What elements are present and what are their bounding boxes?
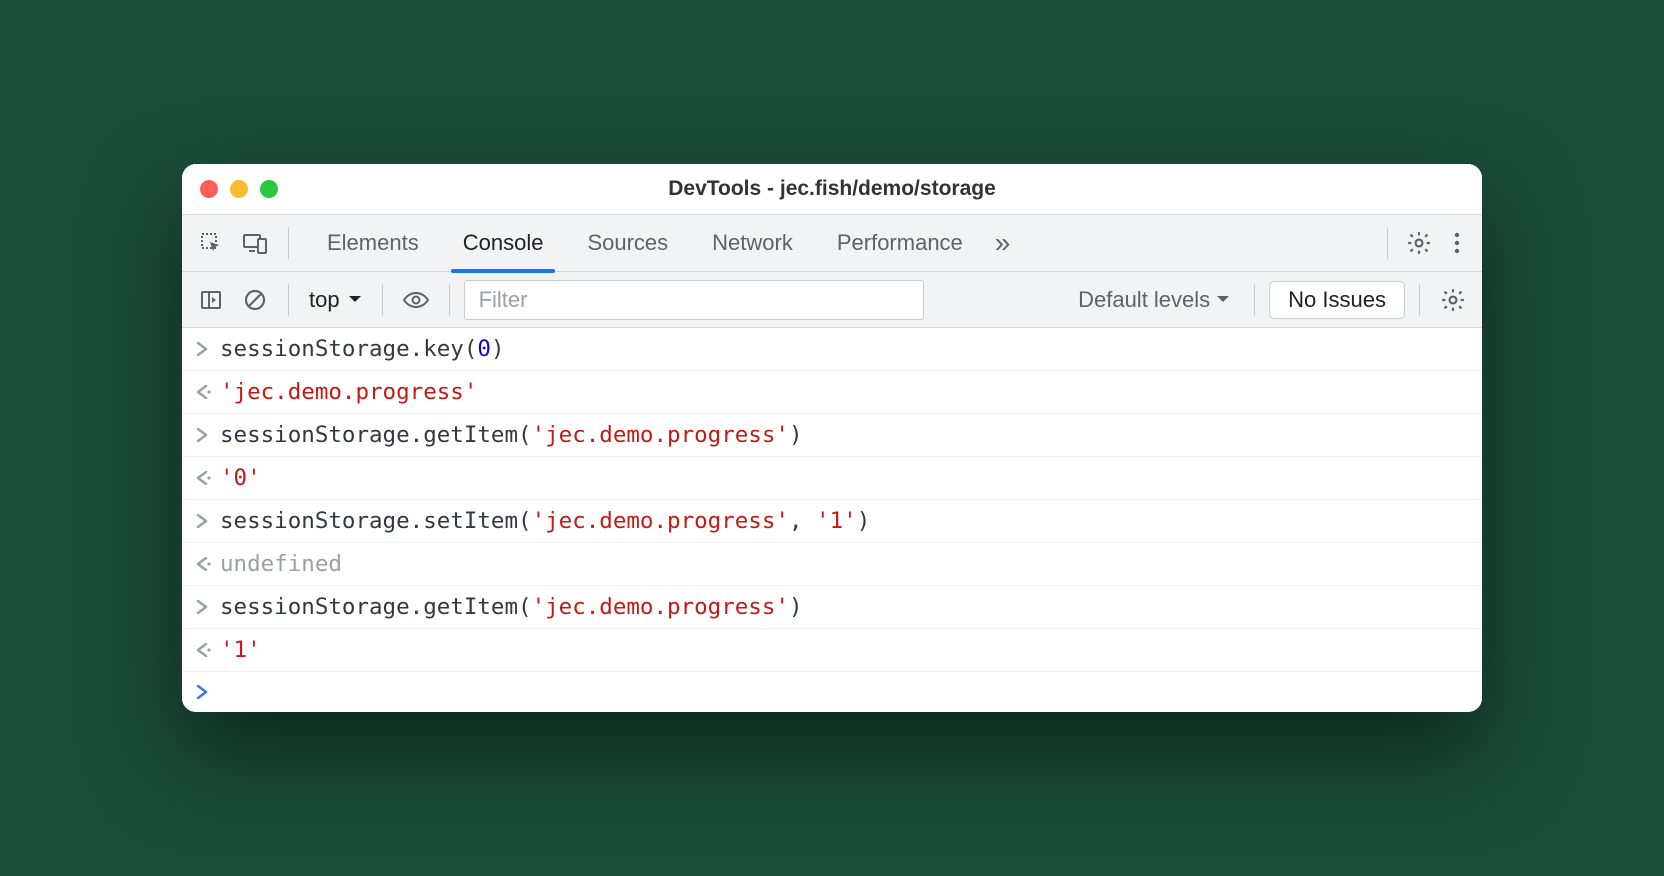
console-output: sessionStorage.key(0) 'jec.demo.progress'… xyxy=(182,328,1482,712)
window-title: DevTools - jec.fish/demo/storage xyxy=(668,177,996,201)
separator xyxy=(1254,284,1255,316)
issues-button[interactable]: No Issues xyxy=(1269,281,1405,319)
console-line-content: sessionStorage.key(0) xyxy=(220,336,504,362)
console-line-content: sessionStorage.getItem('jec.demo.progres… xyxy=(220,594,803,620)
console-output-line: undefined xyxy=(182,543,1482,586)
tab-performance[interactable]: Performance xyxy=(815,214,985,272)
console-line-content: undefined xyxy=(220,551,342,577)
tab-list: Elements Console Sources Network Perform… xyxy=(305,214,985,272)
context-label: top xyxy=(309,287,340,313)
kebab-menu-icon[interactable] xyxy=(1442,224,1472,262)
chevron-right-icon xyxy=(196,600,220,614)
console-settings-gear-icon[interactable] xyxy=(1434,281,1472,319)
toggle-sidebar-icon[interactable] xyxy=(192,281,230,319)
chevron-right-icon xyxy=(196,342,220,356)
log-levels-selector[interactable]: Default levels xyxy=(1068,287,1240,313)
chevron-down-icon xyxy=(348,295,362,305)
clear-console-icon[interactable] xyxy=(236,281,274,319)
separator xyxy=(1387,227,1388,259)
devtools-window: DevTools - jec.fish/demo/storage Element… xyxy=(182,164,1482,712)
console-input-line: sessionStorage.key(0) xyxy=(182,328,1482,371)
console-prompt[interactable] xyxy=(182,672,1482,712)
console-output-line: 'jec.demo.progress' xyxy=(182,371,1482,414)
context-selector[interactable]: top xyxy=(303,287,368,313)
settings-gear-icon[interactable] xyxy=(1400,224,1438,262)
chevron-left-icon xyxy=(196,471,220,485)
device-toolbar-icon[interactable] xyxy=(236,224,274,262)
tab-overflow-icon[interactable]: » xyxy=(985,227,1021,259)
console-output-line: '0' xyxy=(182,457,1482,500)
separator xyxy=(382,284,383,316)
tab-sources[interactable]: Sources xyxy=(565,214,690,272)
filter-input[interactable] xyxy=(464,280,924,320)
chevron-left-icon xyxy=(196,557,220,571)
console-toolbar: top Default levels No Issues xyxy=(182,272,1482,328)
console-line-content: '1' xyxy=(220,637,261,663)
separator xyxy=(288,227,289,259)
titlebar: DevTools - jec.fish/demo/storage xyxy=(182,164,1482,214)
tab-network[interactable]: Network xyxy=(690,214,815,272)
separator xyxy=(288,284,289,316)
console-output-line: '1' xyxy=(182,629,1482,672)
separator xyxy=(449,284,450,316)
chevron-right-icon xyxy=(196,514,220,528)
main-tabbar: Elements Console Sources Network Perform… xyxy=(182,214,1482,272)
separator xyxy=(1419,284,1420,316)
chevron-left-icon xyxy=(196,643,220,657)
console-line-content: 'jec.demo.progress' xyxy=(220,379,477,405)
console-input-line: sessionStorage.getItem('jec.demo.progres… xyxy=(182,586,1482,629)
inspect-element-icon[interactable] xyxy=(192,224,230,262)
close-window-button[interactable] xyxy=(200,180,218,198)
tabbar-left xyxy=(192,224,297,262)
minimize-window-button[interactable] xyxy=(230,180,248,198)
prompt-chevron-icon xyxy=(196,685,220,699)
traffic-lights xyxy=(200,180,278,198)
levels-label: Default levels xyxy=(1078,287,1210,313)
maximize-window-button[interactable] xyxy=(260,180,278,198)
console-line-content: sessionStorage.getItem('jec.demo.progres… xyxy=(220,422,803,448)
tab-elements[interactable]: Elements xyxy=(305,214,441,272)
console-input-line: sessionStorage.setItem('jec.demo.progres… xyxy=(182,500,1482,543)
console-input-line: sessionStorage.getItem('jec.demo.progres… xyxy=(182,414,1482,457)
chevron-down-icon xyxy=(1216,295,1230,305)
console-line-content: sessionStorage.setItem('jec.demo.progres… xyxy=(220,508,870,534)
live-expression-eye-icon[interactable] xyxy=(397,281,435,319)
tab-console[interactable]: Console xyxy=(441,214,566,272)
chevron-right-icon xyxy=(196,428,220,442)
chevron-left-icon xyxy=(196,385,220,399)
console-line-content: '0' xyxy=(220,465,261,491)
tabbar-right xyxy=(1379,224,1472,262)
